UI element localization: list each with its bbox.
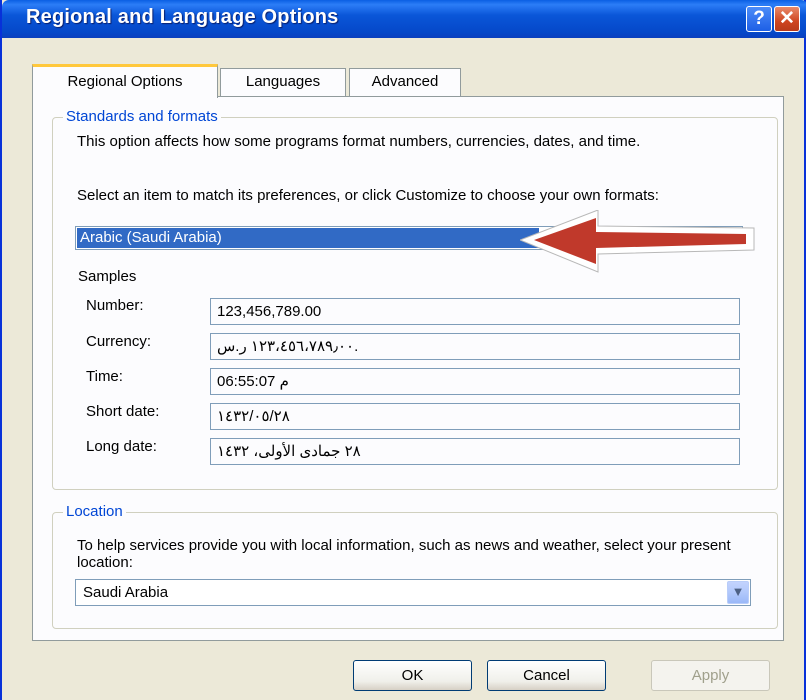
cancel-button[interactable]: Cancel (487, 660, 606, 691)
sample-label-time: Time: (86, 368, 123, 385)
sample-currency-field: ١٢٣،٤٥٦،٧٨٩٫٠٠ ر.س. (210, 333, 740, 360)
tab-advanced[interactable]: Advanced (349, 68, 461, 96)
format-select-value: Arabic (Saudi Arabia) (77, 228, 539, 248)
sample-number-field: 123,456,789.00 (210, 298, 740, 325)
samples-label: Samples (78, 268, 137, 285)
window-title: Regional and Language Options (26, 6, 339, 28)
ok-button[interactable]: OK (353, 660, 472, 691)
sample-time-field: 06:55:07 م (210, 368, 740, 395)
standards-legend: Standards and formats (63, 108, 221, 125)
sample-long-date-field: ٢٨ جمادى الأولى، ١٤٣٢ (210, 438, 740, 465)
sample-label-short-date: Short date: (86, 403, 160, 420)
location-value: Saudi Arabia (83, 584, 169, 601)
sample-label-long-date: Long date: (86, 438, 157, 455)
select-prompt: Select an item to match its preferences,… (77, 187, 659, 204)
sample-label-number: Number: (86, 297, 144, 314)
annotation-arrow-icon (520, 210, 755, 273)
location-dropdown[interactable]: Saudi Arabia ▼ (75, 579, 751, 606)
standards-description: This option affects how some programs fo… (77, 133, 641, 150)
location-description: To help services provide you with local … (77, 537, 731, 571)
close-button[interactable]: ✕ (774, 6, 800, 32)
title-bar[interactable]: Regional and Language Options ? ✕ (2, 0, 806, 38)
chevron-down-icon[interactable]: ▼ (727, 581, 749, 604)
location-legend: Location (63, 503, 126, 520)
tab-regional-options[interactable]: Regional Options (32, 64, 218, 98)
tab-languages[interactable]: Languages (220, 68, 346, 96)
apply-button[interactable]: Apply (651, 660, 770, 691)
sample-short-date-field: ١٤٣٢/٠٥/٢٨ (210, 403, 740, 430)
help-button[interactable]: ? (746, 6, 772, 32)
sample-label-currency: Currency: (86, 333, 152, 350)
